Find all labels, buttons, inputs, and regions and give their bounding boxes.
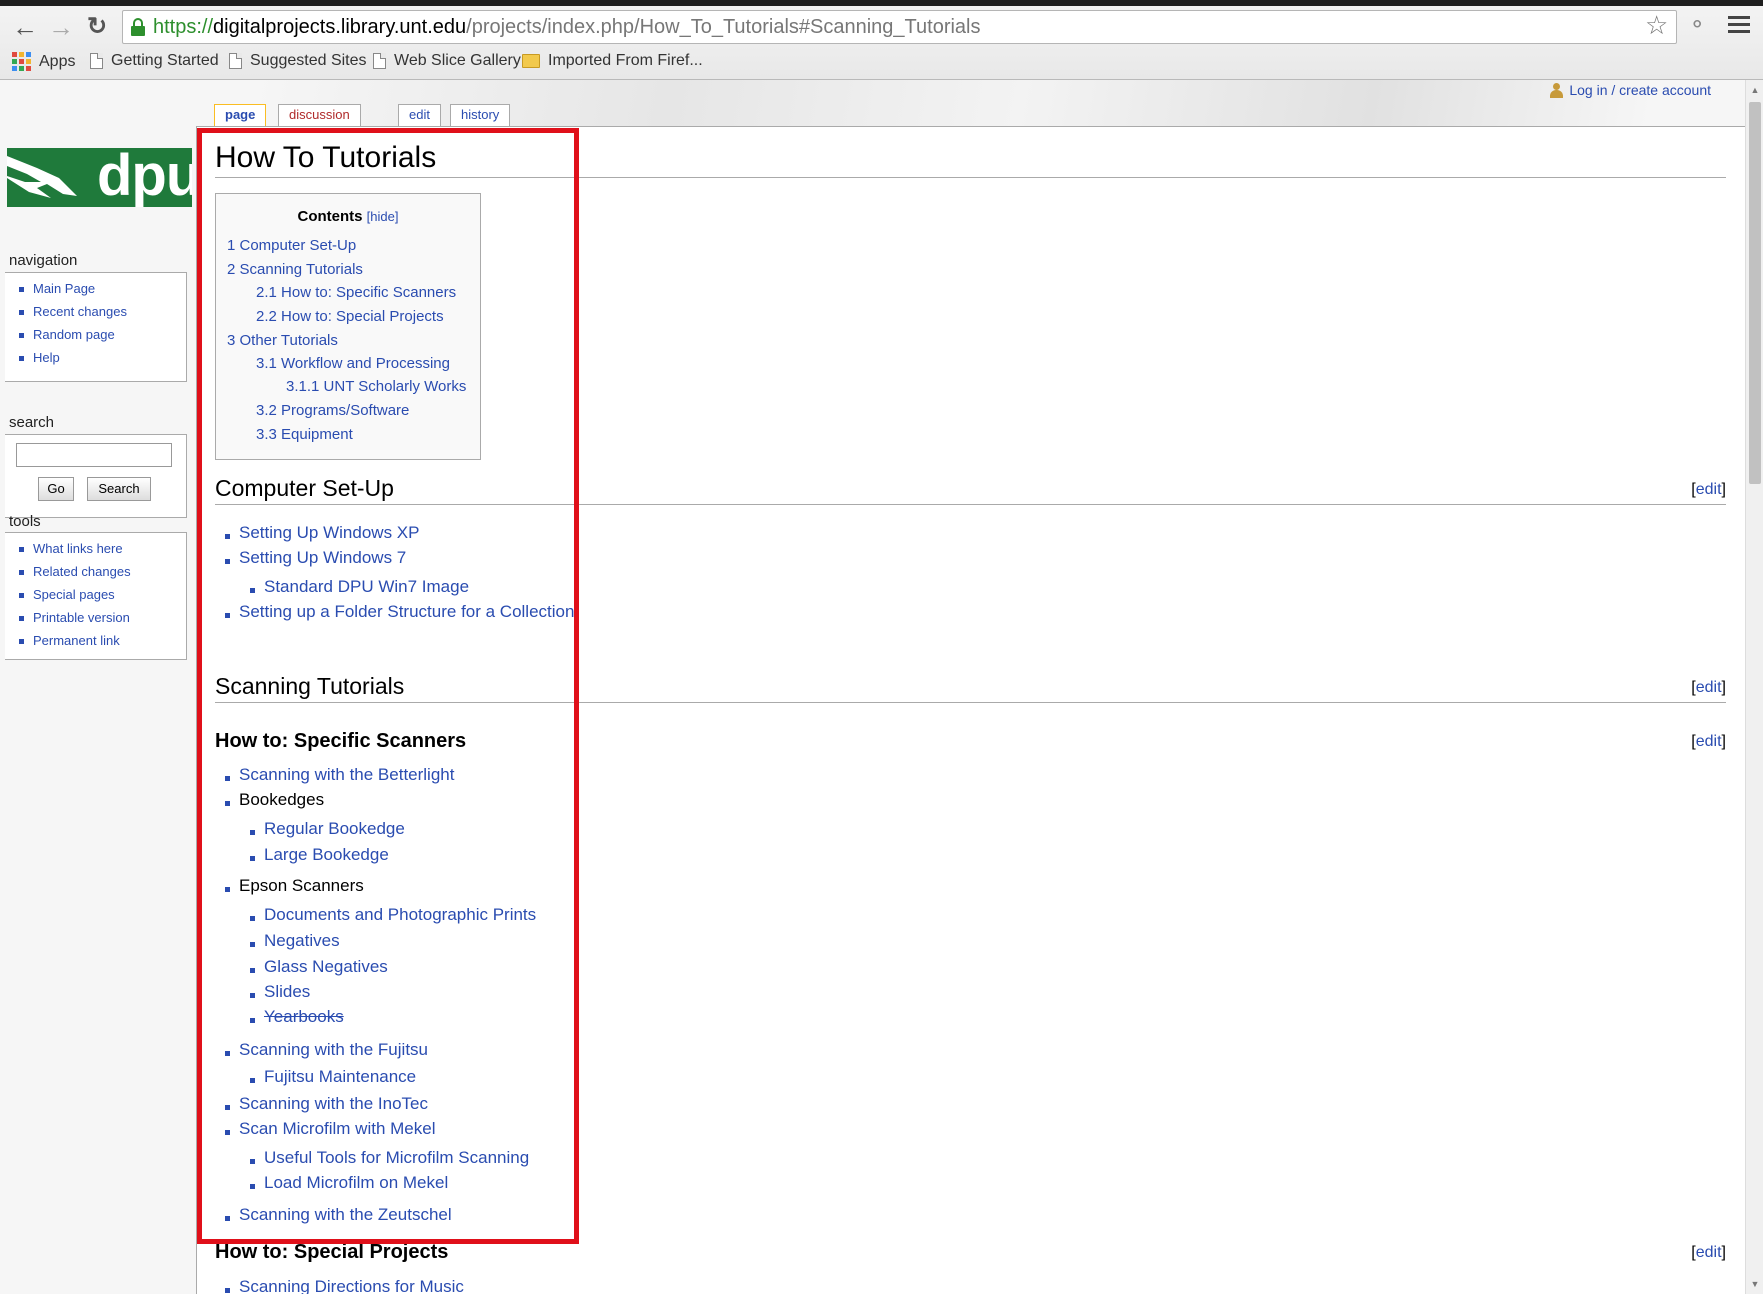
subsection-heading-specific-scanners: How to: Specific Scanners [215, 730, 467, 752]
tools-portlet: What links here Related changes Special … [5, 532, 187, 660]
back-arrow-icon[interactable]: ← [10, 12, 40, 42]
tools-heading: tools [9, 513, 41, 530]
tab-edit[interactable]: edit [398, 104, 441, 126]
address-bar[interactable]: https://digitalprojects.library.unt.edu/… [122, 10, 1677, 44]
scrollbar-thumb[interactable] [1749, 102, 1761, 484]
site-logo[interactable]: dpu [7, 148, 192, 207]
tab-history[interactable]: history [450, 104, 511, 126]
list-item[interactable]: Scanning with the Fujitsu [239, 1040, 428, 1060]
page-title: How To Tutorials [215, 141, 1726, 178]
toc-item[interactable]: 1 Computer Set-Up [227, 237, 356, 254]
list-item[interactable]: Yearbooks [264, 1007, 344, 1027]
scroll-up-icon[interactable]: ▲ [1746, 82, 1763, 98]
bookmark-suggested-sites[interactable]: Suggested Sites [229, 52, 367, 70]
bookmark-web-slice-gallery[interactable]: Web Slice Gallery [373, 52, 521, 70]
toc-item[interactable]: 2.1 How to: Specific Scanners [256, 284, 456, 301]
sidebar-item-help[interactable]: Help [19, 347, 186, 370]
subsection-heading-special-projects: How to: Special Projects [215, 1241, 449, 1263]
edit-link[interactable]: [edit] [1691, 481, 1726, 499]
scroll-down-icon[interactable]: ▼ [1746, 1276, 1763, 1292]
sidebar-item-special-pages[interactable]: Special pages [19, 584, 186, 607]
list-item[interactable]: Setting Up Windows XP [239, 523, 419, 543]
table-of-contents: Contents [hide] 1 Computer Set-Up 2 Scan… [215, 193, 481, 460]
star-icon[interactable]: ☆ [1645, 12, 1668, 38]
toc-title: Contents [hide] [297, 208, 399, 225]
list-item[interactable]: Scanning with the Zeutschel [239, 1205, 452, 1225]
edit-link[interactable]: [edit] [1691, 733, 1726, 751]
folder-icon [522, 54, 540, 68]
page-icon [229, 53, 242, 69]
toc-item[interactable]: 3.2 Programs/Software [256, 402, 409, 419]
user-icon [1550, 82, 1564, 98]
sidebar-item-permanent-link[interactable]: Permanent link [19, 630, 186, 653]
eagle-logo-icon [7, 156, 77, 198]
sidebar-item-random-page[interactable]: Random page [19, 324, 186, 347]
reload-icon[interactable]: ↻ [82, 12, 112, 42]
wiki-page: Log in / create account page discussion … [0, 80, 1763, 1294]
personal-tools: Log in / create account [1550, 82, 1711, 98]
bookmark-apps[interactable]: Apps [12, 52, 75, 71]
bookmarks-bar: Apps Getting Started Suggested Sites Web… [0, 46, 1763, 78]
list-item[interactable]: Setting Up Windows 7 [239, 548, 406, 568]
list-item[interactable]: Scanning with the InoTec [239, 1094, 428, 1114]
go-button[interactable]: Go [38, 477, 74, 501]
sidebar-item-what-links-here[interactable]: What links here [19, 538, 186, 561]
tab-discussion[interactable]: discussion [278, 104, 361, 126]
toc-hide-link[interactable]: [hide] [367, 209, 399, 224]
section-heading-computer-setup: Computer Set-Up [215, 475, 1726, 505]
logo-text: dpu [97, 148, 192, 207]
list-item[interactable]: Negatives [264, 931, 340, 951]
search-portlet: Go Search [5, 434, 187, 518]
url-text[interactable]: https://digitalprojects.library.unt.edu/… [153, 16, 981, 39]
section-heading-scanning-tutorials: Scanning Tutorials [215, 673, 1726, 703]
search-heading: search [9, 414, 55, 431]
sidebar-item-printable-version[interactable]: Printable version [19, 607, 186, 630]
list-item[interactable]: Scanning Directions for Music [239, 1277, 464, 1294]
toc-item[interactable]: 2 Scanning Tutorials [227, 261, 363, 278]
sidebar-item-main-page[interactable]: Main Page [19, 278, 186, 301]
list-item[interactable]: Scanning with the Betterlight [239, 765, 454, 785]
list-item[interactable]: Glass Negatives [264, 957, 388, 977]
navigation-heading: navigation [9, 252, 78, 269]
edit-link[interactable]: [edit] [1691, 679, 1726, 697]
list-item[interactable]: Fujitsu Maintenance [264, 1067, 416, 1087]
content-area: How To Tutorials Contents [hide] 1 Compu… [196, 126, 1745, 1294]
page-icon [90, 53, 103, 69]
forward-arrow-icon[interactable]: → [46, 12, 76, 42]
list-item[interactable]: Scan Microfilm with Mekel [239, 1119, 436, 1139]
toc-item[interactable]: 2.2 How to: Special Projects [256, 308, 444, 325]
list-item[interactable]: Slides [264, 982, 310, 1002]
window-frame [0, 0, 1763, 6]
extension-icon[interactable]: ⚬ [1688, 13, 1708, 37]
list-item[interactable]: Large Bookedge [264, 845, 389, 865]
menu-icon[interactable] [1728, 12, 1750, 38]
list-item[interactable]: Setting up a Folder Structure for a Coll… [239, 602, 574, 622]
search-input[interactable] [16, 443, 172, 467]
list-item[interactable]: Documents and Photographic Prints [264, 905, 536, 925]
list-item[interactable]: Standard DPU Win7 Image [264, 577, 469, 597]
search-button[interactable]: Search [87, 477, 151, 501]
edit-link[interactable]: [edit] [1691, 1244, 1726, 1262]
page-icon [373, 53, 386, 69]
list-item: Epson Scanners [239, 876, 364, 895]
list-item[interactable]: Load Microfilm on Mekel [264, 1173, 448, 1193]
tab-page[interactable]: page [214, 104, 267, 126]
toc-item[interactable]: 3.1 Workflow and Processing [256, 355, 450, 372]
login-link[interactable]: Log in / create account [1569, 82, 1711, 98]
navigation-portlet: Main Page Recent changes Random page Hel… [5, 272, 187, 382]
sidebar-item-related-changes[interactable]: Related changes [19, 561, 186, 584]
browser-toolbar: ← → ↻ https://digitalprojects.library.un… [0, 0, 1763, 80]
lock-icon [131, 18, 145, 36]
sidebar-item-recent-changes[interactable]: Recent changes [19, 301, 186, 324]
vertical-scrollbar[interactable]: ▲ ▼ [1745, 80, 1763, 1294]
toc-item[interactable]: 3.3 Equipment [256, 426, 353, 443]
list-item: Bookedges [239, 790, 325, 809]
apps-grid-icon [12, 52, 31, 71]
bookmark-imported-from-firefox[interactable]: Imported From Firef... [522, 52, 703, 70]
toc-item[interactable]: 3 Other Tutorials [227, 332, 338, 349]
toc-item[interactable]: 3.1.1 UNT Scholarly Works [286, 378, 466, 395]
list-item[interactable]: Useful Tools for Microfilm Scanning [264, 1148, 529, 1168]
list-item[interactable]: Regular Bookedge [264, 819, 405, 839]
bookmark-getting-started[interactable]: Getting Started [90, 52, 219, 70]
